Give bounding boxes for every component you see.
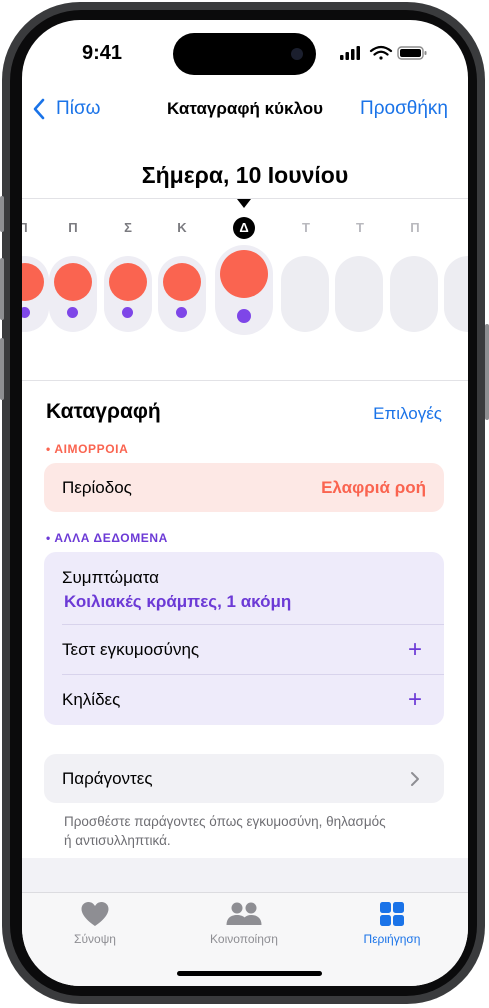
add-pregnancy-test-plus-icon[interactable]: + <box>408 638 422 662</box>
symptom-dot <box>22 307 30 318</box>
period-label: Περίοδος <box>62 478 132 497</box>
bleeding-category-label: • ΑΙΜΟΡΡΟΙΑ <box>46 442 128 456</box>
status-time: 9:41 <box>82 42 123 64</box>
camera-icon <box>291 48 303 60</box>
other-data-category-text: ΑΛΛΑ ΔΕΔΟΜΕΝΑ <box>54 531 168 545</box>
period-dot <box>22 263 44 301</box>
tab-summary-label: Σύνοψη <box>74 932 116 946</box>
screen: 9:41 Πίσω Καταγραφή κύκλου Προσθήκη Σήμε… <box>22 20 468 986</box>
symptoms-row[interactable]: Συμπτώματα Κοιλιακές κράμπες, 1 ακόμη <box>44 552 444 624</box>
period-dot <box>109 263 147 301</box>
dynamic-island <box>173 33 316 75</box>
period-dot <box>163 263 201 301</box>
day-pill[interactable] <box>104 256 152 332</box>
today-marker-arrow <box>237 199 251 208</box>
pregnancy-test-label: Τεστ εγκυμοσύνης <box>62 640 200 659</box>
signal-icon <box>340 46 360 60</box>
day-pill[interactable] <box>281 256 329 332</box>
spotting-row[interactable]: Κηλίδες + <box>44 675 444 725</box>
bullet-icon: • <box>46 442 51 456</box>
chevron-right-icon <box>411 772 419 786</box>
tab-sharing-label: Κοινοποίηση <box>210 932 278 946</box>
add-spotting-plus-icon[interactable]: + <box>408 688 422 712</box>
status-icons <box>340 45 427 60</box>
day-letter: Τ <box>356 220 364 235</box>
scroll-bottom-background <box>22 858 468 892</box>
period-dot <box>220 250 268 298</box>
symptom-dot <box>237 309 251 323</box>
day-pill-today[interactable] <box>215 245 273 335</box>
day-letter: Κ <box>177 220 187 235</box>
log-title: Καταγραφή <box>46 400 161 423</box>
day-pill[interactable] <box>444 256 468 332</box>
day-pill[interactable] <box>22 256 49 332</box>
period-value: Ελαφριά ροή <box>321 478 426 497</box>
day-letter: Π <box>68 220 78 235</box>
home-indicator <box>177 971 322 976</box>
tab-summary[interactable]: Σύνοψη <box>50 901 140 946</box>
period-row[interactable]: Περίοδος Ελαφριά ροή <box>44 463 444 512</box>
day-pill[interactable] <box>335 256 383 332</box>
power-button <box>485 324 489 420</box>
day-pill[interactable] <box>158 256 206 332</box>
volume-up-button <box>0 258 4 320</box>
day-letter: Π <box>410 220 420 235</box>
day-letter: Τ <box>302 220 310 235</box>
factors-row[interactable]: Παράγοντες <box>44 754 444 803</box>
day-pill[interactable] <box>49 256 97 332</box>
factors-label: Παράγοντες <box>62 769 153 788</box>
bullet-icon: • <box>46 531 51 545</box>
date-heading: Σήμερα, 10 Ιουνίου <box>141 162 349 188</box>
symptom-dot <box>67 307 78 318</box>
day-pill[interactable] <box>390 256 438 332</box>
symptom-dot <box>176 307 187 318</box>
day-letter-today: Δ <box>233 217 255 239</box>
spotting-label: Κηλίδες <box>62 690 121 709</box>
options-button[interactable]: Επιλογές <box>373 404 442 424</box>
calendar-bottom-divider <box>22 380 468 381</box>
battery-icon <box>397 46 427 60</box>
wifi-icon <box>369 45 393 60</box>
add-button[interactable]: Προσθήκη <box>360 98 448 120</box>
volume-down-button <box>0 338 4 400</box>
tab-browse[interactable]: Περιήγηση <box>347 901 437 946</box>
symptoms-label: Συμπτώματα <box>62 568 160 587</box>
tab-sharing[interactable]: Κοινοποίηση <box>194 901 294 946</box>
people-icon <box>226 902 262 925</box>
heart-icon <box>81 902 109 926</box>
other-data-category-label: • ΑΛΛΑ ΔΕΔΟΜΕΝΑ <box>46 531 168 545</box>
grid-icon <box>380 902 404 926</box>
action-button <box>0 196 4 232</box>
bleeding-category-text: ΑΙΜΟΡΡΟΙΑ <box>54 442 129 456</box>
day-letter: Π <box>22 220 28 235</box>
factors-note: Προσθέστε παράγοντες όπως εγκυμοσύνη, θη… <box>64 814 386 848</box>
symptom-dot <box>122 307 133 318</box>
symptoms-value: Κοιλιακές κράμπες, 1 ακόμη <box>64 592 292 611</box>
tab-browse-label: Περιήγηση <box>363 932 421 946</box>
pregnancy-test-row[interactable]: Τεστ εγκυμοσύνης + <box>44 625 444 674</box>
other-data-card: Συμπτώματα Κοιλιακές κράμπες, 1 ακόμη Τε… <box>44 552 444 725</box>
period-dot <box>54 263 92 301</box>
day-letter: Σ <box>124 220 132 235</box>
